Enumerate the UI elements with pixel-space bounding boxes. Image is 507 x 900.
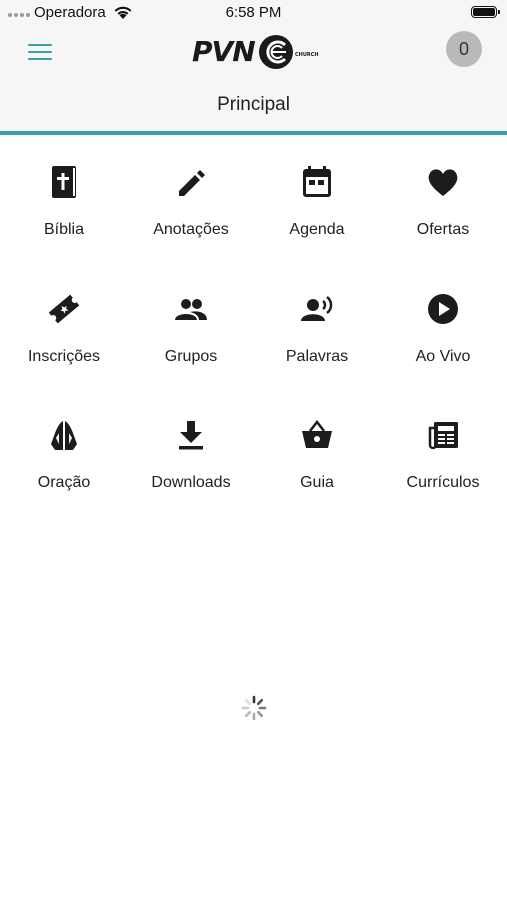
menu-item-label: Inscrições <box>27 348 101 365</box>
menu-item-label: Palavras <box>285 348 349 365</box>
newspaper-icon <box>427 418 459 452</box>
menu-item-agenda[interactable]: Agenda <box>254 135 380 245</box>
menu-item-label: Anotações <box>153 221 229 238</box>
menu-item-inscricoes[interactable]: Inscrições <box>1 262 127 372</box>
menu-item-oracao[interactable]: Oração <box>1 388 127 498</box>
menu-item-grupos[interactable]: Grupos <box>128 262 254 372</box>
menu-item-guia[interactable]: Guia <box>254 388 380 498</box>
menu-item-palavras[interactable]: Palavras <box>254 262 380 372</box>
menu-item-anotacoes[interactable]: Anotações <box>128 135 254 245</box>
menu-item-downloads[interactable]: Downloads <box>128 388 254 498</box>
pencil-icon <box>175 165 207 199</box>
group-icon <box>175 292 207 326</box>
menu-item-label: Bíblia <box>43 221 85 238</box>
status-bar: Operadora 6:58 PM <box>0 0 507 26</box>
heart-icon <box>427 165 459 199</box>
menu-item-label: Currículos <box>406 474 480 491</box>
bible-icon <box>48 165 80 199</box>
logo-subtext: CHURCH <box>295 52 319 58</box>
logo-text: PVN <box>192 35 255 68</box>
battery-tip <box>498 10 500 14</box>
pvn-church-logo: PVN CHURCH <box>192 35 319 69</box>
status-time: 6:58 PM <box>225 4 282 21</box>
speaker-icon <box>301 292 333 326</box>
battery-icon <box>471 6 497 18</box>
menu-item-label: Ao Vivo <box>415 348 471 365</box>
play-icon <box>427 292 459 326</box>
menu-item-label: Oração <box>37 474 91 491</box>
spinner-icon <box>241 695 267 721</box>
menu-item-label: Guia <box>300 474 334 491</box>
menu-item-label: Grupos <box>164 348 218 365</box>
menu-item-ao-vivo[interactable]: Ao Vivo <box>380 262 506 372</box>
download-icon <box>175 418 207 452</box>
menu-item-curriculos[interactable]: Currículos <box>380 388 506 498</box>
praying-hands-icon <box>48 418 80 452</box>
menu-item-label: Ofertas <box>416 221 470 238</box>
basket-icon <box>301 418 333 452</box>
menu-item-label: Agenda <box>289 221 345 238</box>
notification-counter[interactable]: 0 <box>446 31 482 67</box>
hamburger-menu-button[interactable] <box>28 42 52 62</box>
page-title: Principal <box>217 94 290 115</box>
menu-item-label: Downloads <box>151 474 231 491</box>
menu-item-biblia[interactable]: Bíblia <box>1 135 127 245</box>
ticket-icon <box>48 292 80 326</box>
calendar-icon <box>301 165 333 199</box>
menu-item-ofertas[interactable]: Ofertas <box>380 135 506 245</box>
